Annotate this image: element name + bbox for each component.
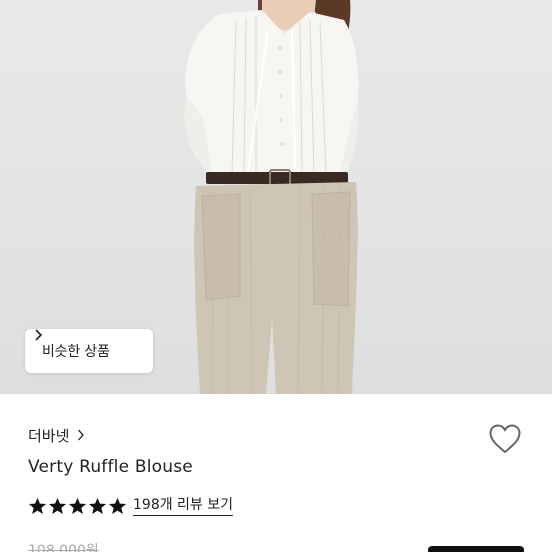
star-icon	[28, 497, 47, 515]
review-link[interactable]: 198개 리뷰 보기	[133, 496, 234, 516]
brand-link[interactable]: 더바넷	[28, 425, 85, 445]
buy-button[interactable]	[428, 546, 524, 552]
product-photo[interactable]: 비슷한 상품	[0, 0, 552, 394]
star-icon	[88, 497, 107, 515]
chevron-right-icon	[35, 329, 43, 341]
star-icon	[108, 497, 127, 515]
chevron-right-icon	[78, 429, 85, 441]
product-name: Verty Ruffle Blouse	[28, 457, 193, 477]
star-icon	[68, 497, 87, 515]
belt	[206, 172, 348, 184]
original-price: 108,000원	[28, 543, 99, 552]
blouse	[185, 10, 359, 180]
heart-icon[interactable]	[488, 423, 522, 455]
brand-name: 더바넷	[28, 426, 70, 445]
rating-row: 198개 리뷰 보기	[28, 495, 234, 517]
similar-products-button[interactable]: 비슷한 상품	[25, 329, 153, 373]
similar-products-label: 비슷한 상품	[42, 344, 110, 360]
star-icon	[48, 497, 67, 515]
star-rating	[28, 497, 128, 515]
